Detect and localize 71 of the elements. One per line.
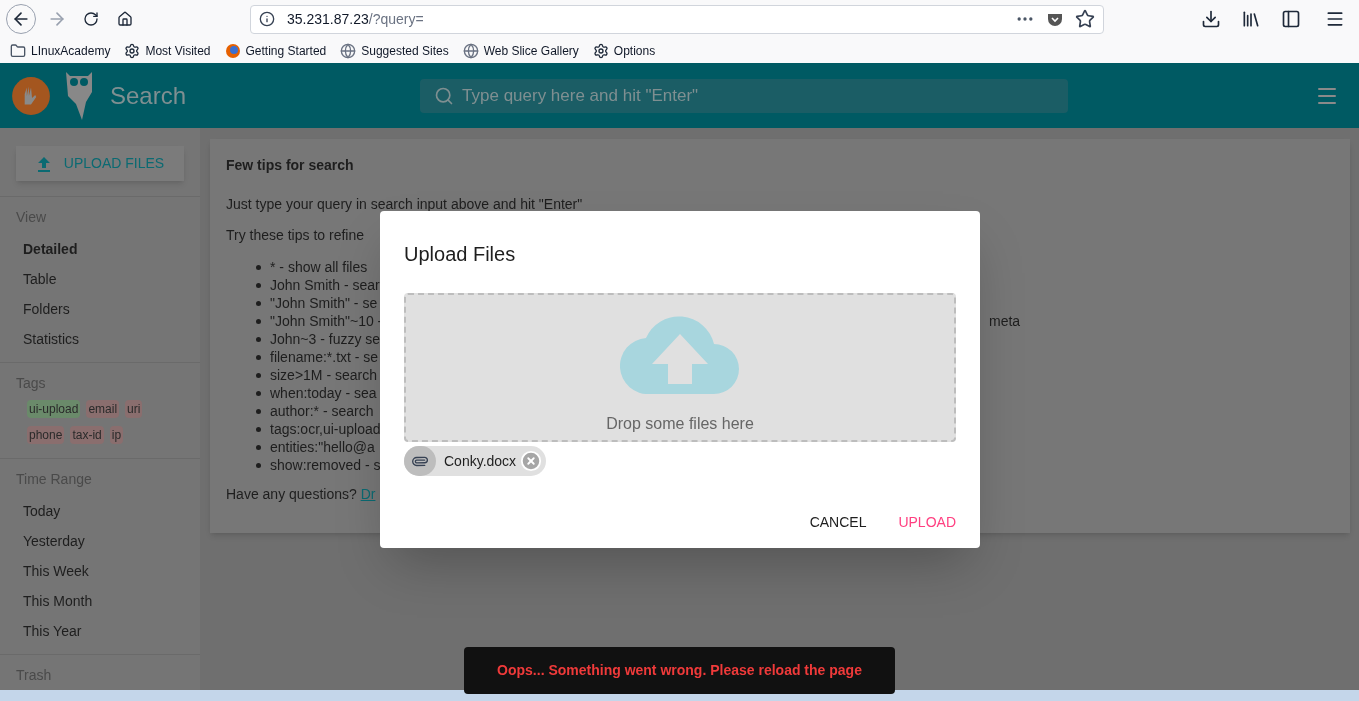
tip-text: John~3 - fuzzy se	[270, 330, 381, 347]
tip-text: size>1M - search	[270, 366, 377, 383]
bookmark[interactable]: Options	[592, 41, 656, 60]
globe-icon	[340, 42, 357, 59]
card-title: Few tips for search	[226, 156, 355, 175]
tip-text: John Smith - sear	[270, 276, 380, 293]
search-input[interactable]: Type query here and hit "Enter"	[462, 82, 1055, 109]
hand-seal-logo	[10, 74, 52, 117]
gear-icon	[592, 42, 609, 59]
tip-text: show:removed - s	[270, 456, 381, 473]
bookmark[interactable]: Web Slice Gallery	[462, 41, 579, 60]
address-bar[interactable]: 35.231.87.23/?query=	[250, 4, 1104, 34]
bookmark[interactable]: Most Visited	[124, 41, 211, 60]
intro-text: Just type your query in search input above and hit "Enter"	[226, 195, 584, 214]
tip-text: meta	[989, 311, 1021, 331]
fox-globe-icon	[224, 42, 241, 59]
gear-icon	[124, 42, 141, 59]
tip-text: "John Smith" - se	[270, 294, 378, 311]
tip-text: entities:"hello@a	[270, 438, 375, 455]
pocket-icon[interactable]	[1047, 11, 1063, 27]
tip-text: author:* - search	[270, 402, 374, 419]
dialog-button[interactable]: UPLOAD	[890, 510, 964, 534]
globe-icon	[462, 42, 479, 59]
cloud-upload-icon	[619, 313, 741, 394]
drop-hint: Drop some files here	[606, 414, 754, 434]
info-icon	[259, 11, 275, 27]
tip-text: filename:*.txt - se	[270, 348, 379, 365]
nav-item[interactable]: This Year	[0, 616, 200, 646]
dialog-button[interactable]: CANCEL	[801, 510, 875, 534]
search-icon	[434, 85, 455, 106]
file-name: Conky.docx	[444, 451, 517, 471]
nav-item[interactable]: Yesterday	[0, 526, 200, 556]
drop-zone[interactable]: Drop some files here	[404, 293, 956, 442]
nav-item[interactable]: Today	[0, 496, 200, 526]
refine-text: Try these tips to refine	[226, 226, 365, 245]
search-field[interactable]: Type query here and hit "Enter"	[420, 78, 1069, 113]
reload-icon	[83, 11, 99, 27]
tip-text: when:today - sea	[270, 384, 377, 401]
download-icon[interactable]	[1201, 9, 1221, 29]
tip-text: * - show all files	[270, 258, 368, 275]
bookmark[interactable]: LInuxAcademy	[10, 41, 111, 60]
tag-chip[interactable]: uri	[125, 400, 143, 418]
paperclip-icon	[404, 446, 436, 476]
app-title: Search	[110, 80, 187, 111]
menu-icon[interactable]	[1325, 9, 1345, 29]
tag-chip[interactable]: tax-id	[70, 426, 104, 444]
tip-text: tags:ocr,ui-upload	[270, 420, 381, 437]
url-text: 35.231.87.23/?query=	[287, 9, 425, 29]
tag-chip[interactable]: phone	[27, 426, 65, 444]
dialog-title: Upload Files	[404, 242, 517, 267]
nav-item[interactable]: Detailed	[0, 234, 200, 264]
sidebar-icon[interactable]	[1281, 9, 1301, 29]
tag-chip[interactable]: ui-upload	[27, 400, 81, 418]
nav-item[interactable]: Folders	[0, 294, 200, 324]
upload-icon	[35, 155, 52, 172]
question-text: Have any questions?	[226, 486, 357, 502]
library-icon[interactable]	[1241, 9, 1261, 29]
tag-chip[interactable]: email	[86, 400, 120, 418]
star-icon[interactable]	[1075, 9, 1095, 29]
nav-item[interactable]: Table	[0, 264, 200, 294]
folder-icon	[10, 42, 26, 59]
owl-logo	[64, 69, 94, 122]
nav-item[interactable]: Statistics	[0, 324, 200, 354]
error-message: Oops... Something went wrong. Please reload the page	[497, 661, 862, 680]
home-icon	[117, 11, 133, 27]
tag-chip[interactable]: ip	[109, 426, 124, 444]
tip-text: "John Smith"~10 -	[270, 312, 383, 329]
bookmark[interactable]: Suggested Sites	[340, 41, 449, 60]
nav-item[interactable]: This Week	[0, 556, 200, 586]
nav-item[interactable]: This Month	[0, 586, 200, 616]
bookmark[interactable]: Getting Started	[224, 41, 327, 60]
